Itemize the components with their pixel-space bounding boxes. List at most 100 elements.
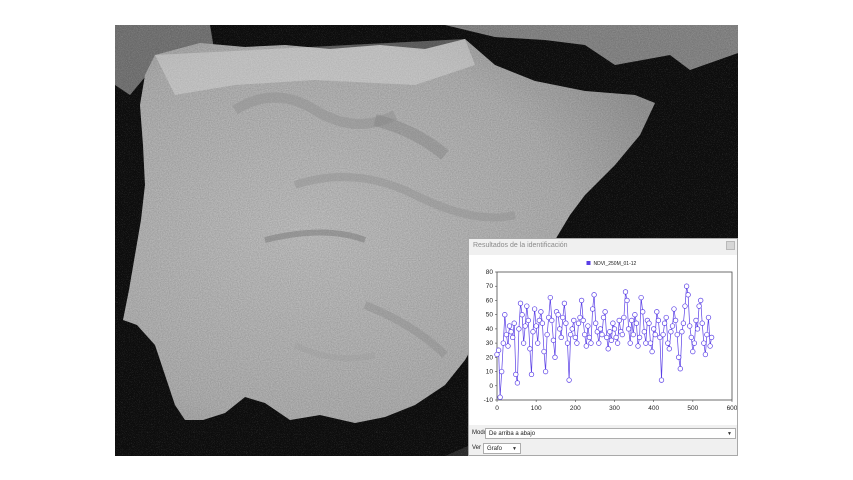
data-point: [525, 317, 531, 324]
data-point: [542, 368, 549, 375]
data-point: [658, 377, 665, 383]
data-point: [629, 317, 635, 324]
identify-results-panel: Resultados de la identificación NDVI_250…: [468, 238, 738, 456]
data-point: [535, 340, 541, 346]
legend-swatch: [586, 261, 591, 265]
data-point: [555, 312, 561, 318]
data-point: [641, 329, 647, 335]
data-point: [668, 329, 674, 335]
data-point: [701, 340, 707, 346]
data-point: [624, 297, 630, 304]
data-point: [591, 292, 597, 298]
data-point: [690, 348, 696, 355]
data-point: [567, 331, 574, 338]
data-point: [613, 334, 619, 341]
panel-title: Resultados de la identificación: [473, 242, 568, 249]
data-point: [698, 297, 704, 304]
y-tick-label: 40: [486, 326, 494, 333]
data-point: [549, 317, 555, 324]
data-point: [513, 371, 519, 378]
ndvi-chart: NDVI_250M_01-12-10010203040506070800 100 2…: [484, 261, 737, 412]
data-point: [527, 346, 533, 352]
data-point: [593, 320, 599, 326]
data-point: [707, 343, 713, 349]
data-point: [610, 320, 616, 326]
data-point: [665, 340, 671, 346]
data-point: [495, 347, 502, 353]
data-point: [705, 314, 712, 321]
data-point: [654, 309, 660, 315]
data-point: [608, 337, 615, 343]
view-label: Ver: [472, 445, 482, 451]
data-point: [520, 340, 527, 346]
data-point: [655, 317, 662, 324]
data-point: [627, 340, 633, 346]
panel-titlebar[interactable]: Resultados de la identificación: [469, 239, 737, 255]
data-point: [499, 368, 505, 375]
data-point: [578, 297, 585, 304]
data-point: [604, 334, 610, 341]
close-icon[interactable]: [726, 241, 735, 250]
mode-select[interactable]: De arriba a abajo ▼: [485, 428, 736, 439]
data-point: [605, 346, 611, 352]
data-point: [622, 289, 629, 295]
data-point: [643, 340, 649, 346]
data-point: [547, 294, 553, 301]
view-select[interactable]: Grafo ▼: [483, 443, 521, 454]
data-point: [660, 331, 666, 338]
data-point: [597, 326, 604, 332]
x-tick-label: 600: [727, 405, 737, 412]
x-tick-label: 100: [531, 405, 542, 412]
chevron-down-icon: ▼: [512, 446, 517, 452]
data-point: [586, 334, 593, 341]
data-point: [676, 354, 682, 360]
data-point: [500, 340, 506, 346]
data-point: [494, 351, 500, 358]
data-point: [561, 300, 568, 306]
chart-area[interactable]: NDVI_250M_01-12 -10 0 10 20 30 40 50 60 70 80 0 100 2…: [469, 255, 737, 425]
data-point: [575, 320, 582, 326]
y-tick-label: 20: [486, 354, 494, 361]
data-point: [704, 331, 710, 338]
data-point: [582, 331, 588, 338]
y-tick-label: -10: [484, 397, 494, 404]
y-tick-label: 10: [486, 369, 494, 376]
data-point: [652, 331, 658, 338]
data-point: [528, 371, 535, 378]
x-tick-label: 500: [687, 405, 698, 412]
x-tick-label: 400: [648, 405, 659, 412]
data-point: [589, 306, 596, 312]
data-point: [508, 329, 514, 335]
data-point: [533, 323, 539, 329]
data-point: [572, 334, 578, 341]
data-point: [687, 323, 693, 329]
data-point: [580, 317, 586, 324]
data-point: [539, 320, 546, 326]
data-point: [702, 351, 709, 358]
data-point: [583, 343, 589, 349]
y-tick-label: 60: [486, 297, 494, 304]
data-point: [516, 326, 522, 332]
data-point: [560, 314, 566, 321]
data-point: [677, 366, 683, 372]
data-point: [646, 320, 652, 326]
data-point: [530, 329, 536, 335]
data-point: [505, 343, 511, 349]
data-point: [614, 340, 621, 346]
data-point: [680, 320, 687, 326]
data-point: [569, 326, 575, 332]
data-point: [571, 317, 577, 324]
data-point: [538, 309, 544, 315]
data-point: [666, 346, 672, 352]
data-point: [619, 331, 625, 338]
x-tick-label: 0: [495, 405, 499, 412]
view-row: Ver Grafo ▼: [471, 443, 737, 455]
data-point: [564, 340, 571, 346]
data-point: [661, 320, 668, 326]
x-tick-label: 300: [609, 405, 620, 412]
data-point: [517, 300, 524, 306]
data-point: [510, 334, 516, 341]
data-point: [596, 340, 602, 346]
data-point: [638, 294, 644, 301]
data-point: [599, 331, 605, 338]
